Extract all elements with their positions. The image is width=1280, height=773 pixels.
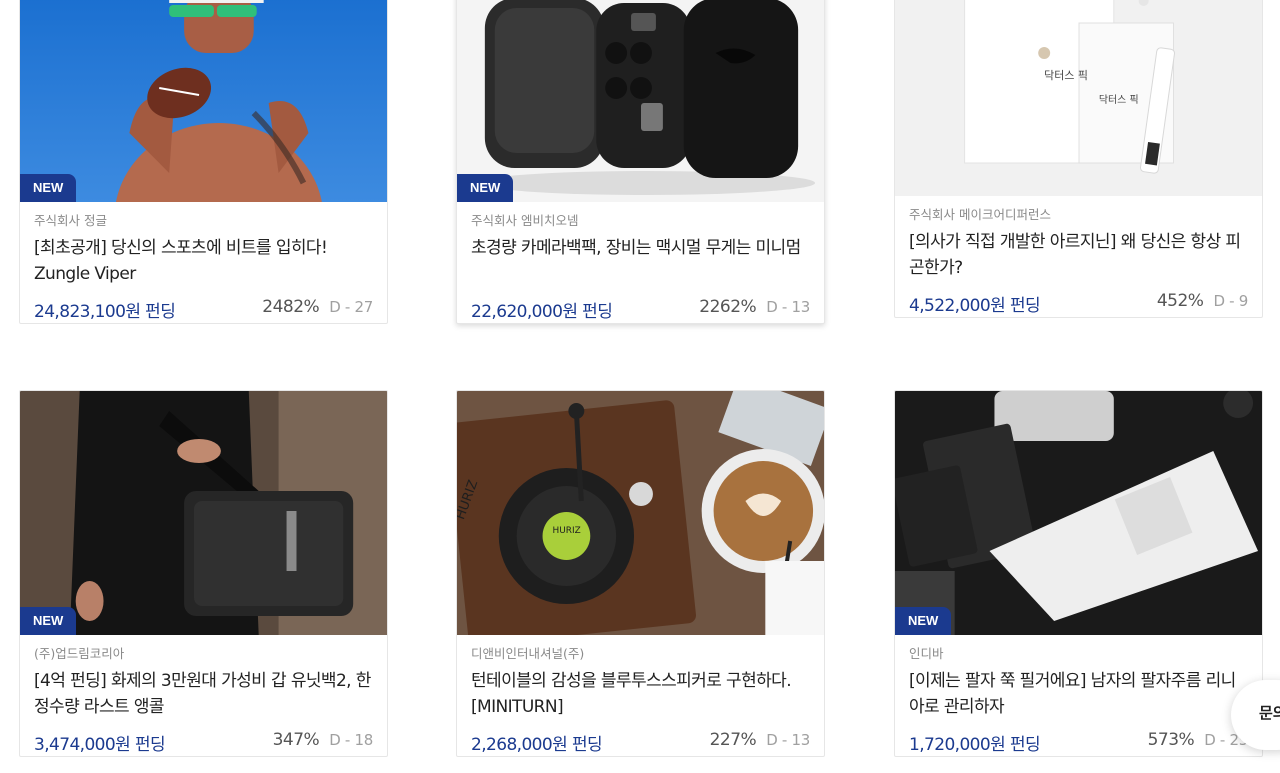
project-title[interactable]: 초경량 카메라백팩, 장비는 맥시멀 무게는 미니멈 [471, 235, 810, 287]
funding-card[interactable]: HURIZ HURIZ 디앤비인터내셔널(주) 턴테이블의 감성을 블루투스스피… [456, 390, 825, 757]
project-title[interactable]: 턴테이블의 감성을 블루투스스피커로 구현하다.[MINITURN] [471, 668, 810, 720]
maker-name: 주식회사 메이크어디퍼런스 [909, 207, 1051, 222]
funding-card[interactable]: NEW 주식회사 정글 [최초공개] 당신의 스포츠에 비트를 입히다! Zun… [19, 0, 388, 324]
funding-percent: 347% [272, 730, 320, 750]
maker-name: 디앤비인터내셔널(주) [471, 646, 585, 661]
days-left: D - 27 [329, 298, 373, 316]
box-label: 닥터스 픽 [1044, 69, 1088, 82]
project-title[interactable]: [이제는 팔자 쭉 필거에요] 남자의 팔자주름 리니아로 관리하자 [909, 668, 1248, 720]
product-image[interactable]: HURIZ HURIZ [457, 391, 824, 635]
project-title[interactable]: [최초공개] 당신의 스포츠에 비트를 입히다! Zungle Viper [34, 235, 373, 287]
new-badge: NEW [20, 174, 77, 202]
product-image[interactable]: NEW [895, 391, 1262, 635]
funding-amount: 2,268,000원 펀딩 [471, 735, 603, 755]
days-left: D - 9 [1213, 292, 1248, 310]
funding-percent: 573% [1147, 730, 1195, 750]
funding-percent: 227% [709, 730, 757, 750]
days-left: D - 18 [329, 731, 373, 749]
funding-amount: 1,720,000원 펀딩 [909, 735, 1041, 755]
maker-name: 주식회사 정글 [34, 213, 107, 228]
funding-amount: 4,522,000원 펀딩 [909, 296, 1041, 316]
funding-amount: 24,823,100원 펀딩 [34, 302, 176, 322]
project-title[interactable]: [의사가 직접 개발한 아르지닌] 왜 당신은 항상 피곤한가? [909, 229, 1248, 281]
product-image[interactable]: NEW [20, 391, 387, 635]
funding-card[interactable]: NEW 주식회사 엠비치오넴 초경량 카메라백팩, 장비는 맥시멀 무게는 미니… [456, 0, 825, 324]
days-left: D - 13 [766, 731, 810, 749]
project-title[interactable]: [4억 펀딩] 화제의 3만원대 가성비 갑 유닛백2, 한정수량 라스트 앵콜 [34, 668, 373, 720]
new-badge: NEW [457, 174, 514, 202]
maker-name: 인디바 [909, 646, 944, 661]
funding-amount: 3,474,000원 펀딩 [34, 735, 166, 755]
product-image[interactable]: 닥터스 픽 닥터스 픽 [895, 0, 1262, 196]
new-badge: NEW [20, 607, 77, 635]
maker-name: 주식회사 엠비치오넴 [471, 213, 579, 228]
product-image[interactable]: NEW [457, 0, 824, 202]
funding-amount: 22,620,000원 펀딩 [471, 302, 613, 322]
funding-card[interactable]: NEW 인디바 [이제는 팔자 쭉 필거에요] 남자의 팔자주름 리니아로 관리… [894, 390, 1263, 757]
funding-percent: 2262% [699, 297, 757, 317]
box-label-2: 닥터스 픽 [1099, 94, 1139, 106]
new-badge: NEW [895, 607, 952, 635]
funding-percent: 452% [1156, 291, 1204, 311]
record-label: HURIZ [552, 526, 580, 536]
funding-percent: 2482% [262, 297, 320, 317]
maker-name: (주)업드림코리아 [34, 646, 125, 661]
product-image[interactable]: NEW [20, 0, 387, 202]
funding-card[interactable]: NEW (주)업드림코리아 [4억 펀딩] 화제의 3만원대 가성비 갑 유닛백… [19, 390, 388, 757]
funding-card[interactable]: 닥터스 픽 닥터스 픽 주식회사 메이크어디퍼런스 [의사가 직접 개발한 아르… [894, 0, 1263, 318]
days-left: D - 13 [766, 298, 810, 316]
